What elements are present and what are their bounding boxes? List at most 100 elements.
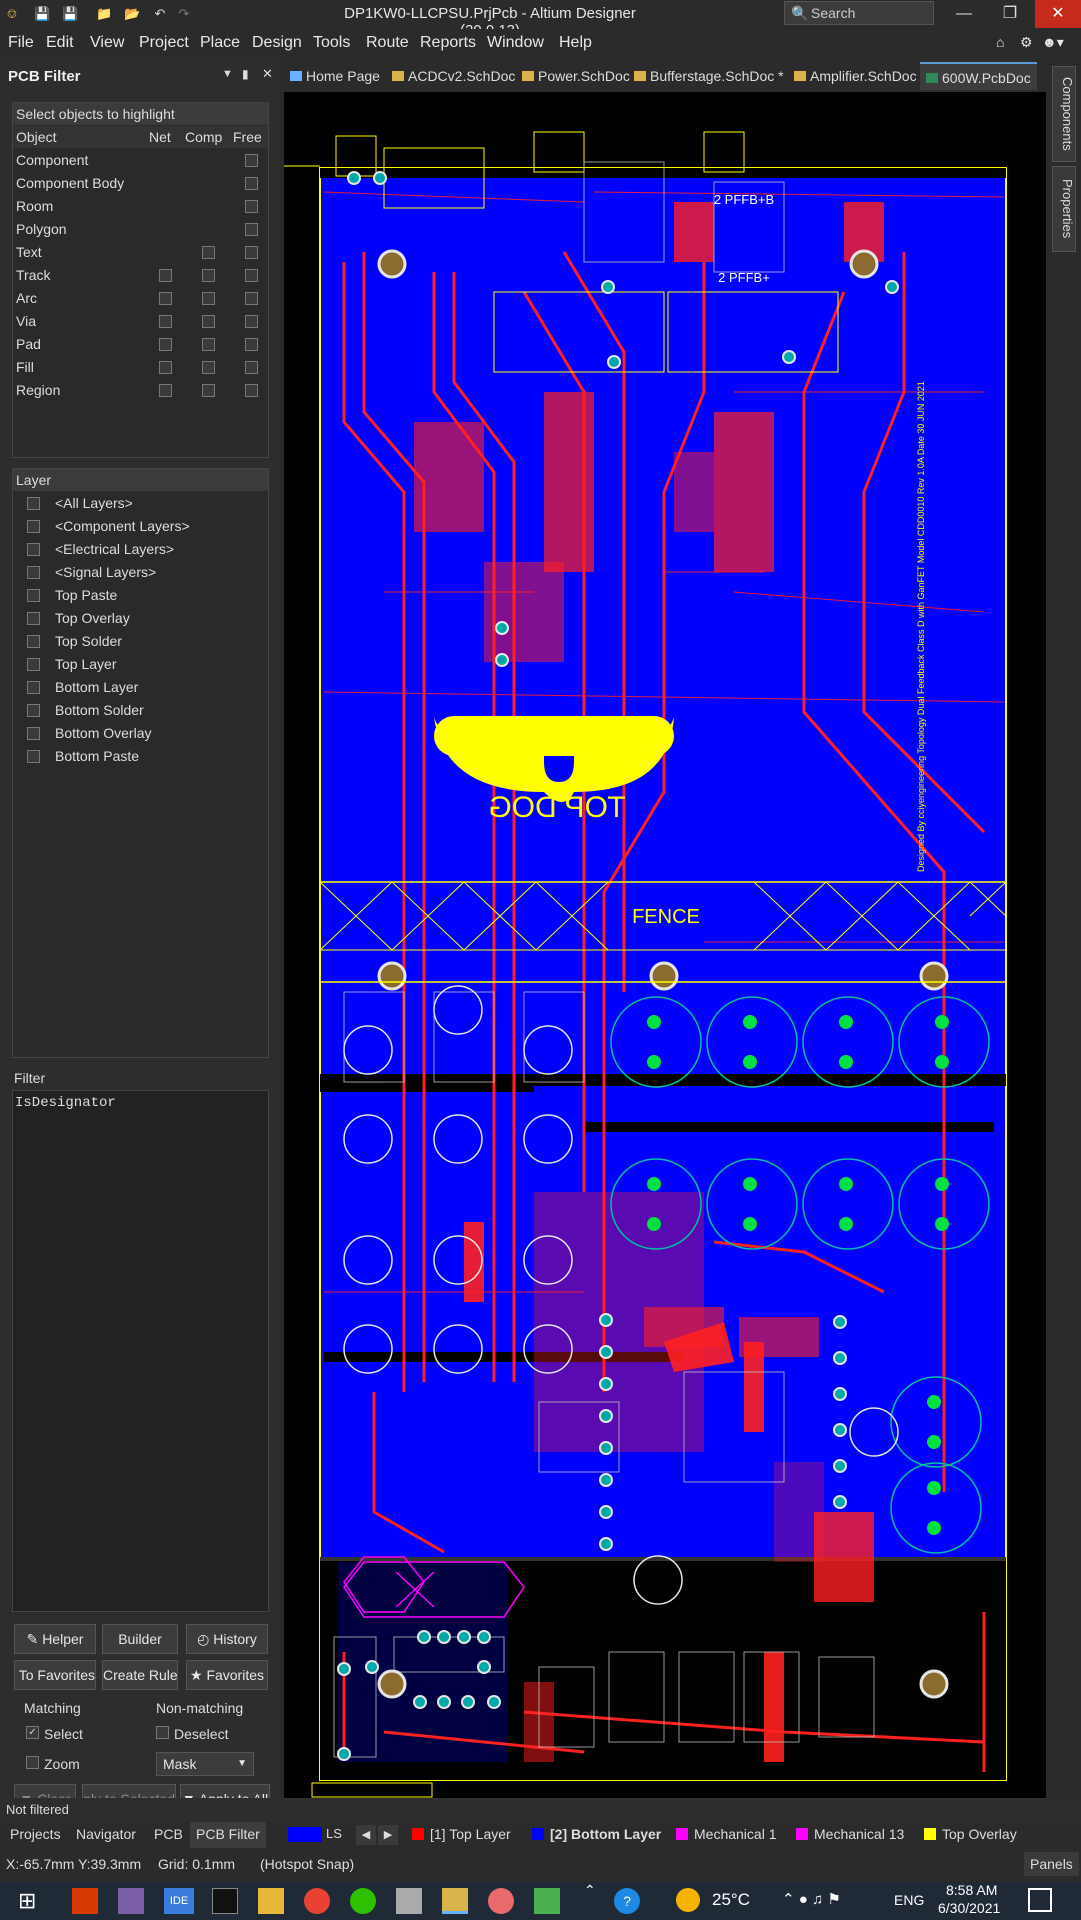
- close-button[interactable]: ✕: [1035, 0, 1081, 28]
- helper-button[interactable]: ✎ Helper: [14, 1624, 96, 1654]
- history-button[interactable]: ◴ History: [186, 1624, 268, 1654]
- pcb-canvas[interactable]: TOP DOG FENCE Designed By cciyengineerin…: [284, 92, 1046, 1798]
- tab-acdcv2[interactable]: ACDCv2.SchDoc: [392, 62, 515, 90]
- object-checkbox[interactable]: [245, 384, 258, 397]
- save-all-icon[interactable]: 💾: [62, 6, 78, 22]
- tab-pcb-filter[interactable]: PCB Filter: [190, 1822, 266, 1848]
- create-rule-button[interactable]: Create Rule: [102, 1660, 178, 1690]
- open-folder-icon[interactable]: 📁: [96, 6, 112, 22]
- app-icon-3[interactable]: [488, 1888, 514, 1914]
- object-checkbox[interactable]: [202, 361, 215, 374]
- save-icon[interactable]: 💾: [34, 6, 50, 22]
- menu-tools[interactable]: Tools: [313, 34, 350, 52]
- tab-pcb[interactable]: PCB: [154, 1826, 183, 1842]
- file-explorer-icon[interactable]: [258, 1888, 284, 1914]
- object-checkbox[interactable]: [159, 292, 172, 305]
- app-icon-2[interactable]: [396, 1888, 422, 1914]
- filter-query-editor[interactable]: IsDesignator: [12, 1090, 269, 1612]
- layer-tab[interactable]: [2] Bottom Layer: [532, 1826, 661, 1842]
- menu-help[interactable]: Help: [559, 34, 592, 52]
- menu-reports[interactable]: Reports: [420, 34, 476, 52]
- layer-checkbox[interactable]: [27, 658, 40, 671]
- layer-set-button[interactable]: LS: [326, 1826, 342, 1841]
- menu-edit[interactable]: Edit: [46, 34, 74, 52]
- tab-bufferstage[interactable]: Bufferstage.SchDoc *: [634, 62, 784, 90]
- notifications-icon[interactable]: [1028, 1888, 1052, 1912]
- layer-checkbox[interactable]: [27, 612, 40, 625]
- layer-checkbox[interactable]: [27, 589, 40, 602]
- terminal-icon[interactable]: [212, 1888, 238, 1914]
- layer-checkbox[interactable]: [27, 727, 40, 740]
- object-checkbox[interactable]: [159, 361, 172, 374]
- clock-date[interactable]: 6/30/2021: [938, 1900, 1000, 1916]
- pin-icon[interactable]: ▮: [242, 67, 249, 81]
- object-checkbox[interactable]: [159, 384, 172, 397]
- menu-design[interactable]: Design: [252, 34, 302, 52]
- search-input[interactable]: 🔍 Search: [784, 1, 934, 25]
- object-checkbox[interactable]: [245, 200, 258, 213]
- wechat-icon[interactable]: [350, 1888, 376, 1914]
- tab-components[interactable]: Components: [1052, 66, 1076, 162]
- app-icon-4[interactable]: [534, 1888, 560, 1914]
- object-checkbox[interactable]: [202, 384, 215, 397]
- menu-file[interactable]: File: [8, 34, 34, 52]
- tray-icons[interactable]: ⌃ ● ♫ ⚑: [782, 1890, 841, 1908]
- tab-projects[interactable]: Projects: [10, 1826, 61, 1842]
- tab-home-page[interactable]: Home Page: [290, 62, 380, 90]
- object-checkbox[interactable]: [245, 154, 258, 167]
- object-checkbox[interactable]: [245, 315, 258, 328]
- menu-project[interactable]: Project: [139, 34, 189, 52]
- object-checkbox[interactable]: [245, 361, 258, 374]
- menu-window[interactable]: Window: [487, 34, 544, 52]
- panel-dropdown-icon[interactable]: ▼: [222, 68, 233, 80]
- mask-dropdown[interactable]: Mask ▼: [156, 1752, 254, 1776]
- object-checkbox[interactable]: [202, 292, 215, 305]
- menu-route[interactable]: Route: [366, 34, 409, 52]
- altium-icon[interactable]: [442, 1888, 468, 1914]
- layer-tab[interactable]: Top Overlay: [924, 1826, 1017, 1842]
- panel-close-icon[interactable]: ✕: [262, 66, 273, 82]
- menu-view[interactable]: View: [90, 34, 124, 52]
- layer-next-icon[interactable]: ▶: [378, 1825, 398, 1845]
- help-icon[interactable]: ?: [614, 1888, 640, 1914]
- object-checkbox[interactable]: [245, 292, 258, 305]
- object-checkbox[interactable]: [245, 223, 258, 236]
- object-checkbox[interactable]: [202, 315, 215, 328]
- layer-checkbox[interactable]: [27, 520, 40, 533]
- object-checkbox[interactable]: [202, 246, 215, 259]
- favorites-button[interactable]: ★ Favorites: [186, 1660, 268, 1690]
- layer-checkbox[interactable]: [27, 750, 40, 763]
- home-icon[interactable]: ⌂: [996, 34, 1004, 50]
- maximize-button[interactable]: ❐: [987, 0, 1033, 28]
- layer-checkbox[interactable]: [27, 497, 40, 510]
- layer-checkbox[interactable]: [27, 681, 40, 694]
- layer-prev-icon[interactable]: ◀: [356, 1825, 376, 1845]
- object-checkbox[interactable]: [245, 177, 258, 190]
- object-checkbox[interactable]: [159, 315, 172, 328]
- object-checkbox[interactable]: [159, 338, 172, 351]
- tab-power[interactable]: Power.SchDoc: [522, 62, 630, 90]
- tab-amplifier[interactable]: Amplifier.SchDoc: [794, 62, 917, 90]
- panels-button[interactable]: Panels: [1024, 1852, 1079, 1876]
- undo-icon[interactable]: ↶: [152, 6, 168, 22]
- layer-tab[interactable]: Mechanical 1: [676, 1826, 777, 1842]
- layer-checkbox[interactable]: [27, 635, 40, 648]
- builder-button[interactable]: Builder: [102, 1624, 178, 1654]
- minimize-button[interactable]: —: [941, 0, 987, 28]
- windows-start-icon[interactable]: ⊞: [18, 1888, 36, 1914]
- office-icon[interactable]: [72, 1888, 98, 1914]
- tab-navigator[interactable]: Navigator: [76, 1826, 136, 1842]
- redo-icon[interactable]: ↷: [176, 6, 192, 22]
- layer-checkbox[interactable]: [27, 543, 40, 556]
- menu-place[interactable]: Place: [200, 34, 240, 52]
- object-checkbox[interactable]: [202, 269, 215, 282]
- object-checkbox[interactable]: [202, 338, 215, 351]
- add-to-favorites-button[interactable]: Add To Favorites: [14, 1660, 96, 1690]
- zoom-checkbox[interactable]: [26, 1756, 39, 1769]
- scroll-icon[interactable]: ⌃: [584, 1882, 596, 1899]
- input-language[interactable]: ENG: [894, 1892, 924, 1908]
- ide-icon[interactable]: IDE: [164, 1888, 194, 1914]
- layer-checkbox[interactable]: [27, 566, 40, 579]
- object-checkbox[interactable]: [245, 269, 258, 282]
- app-icon[interactable]: [118, 1888, 144, 1914]
